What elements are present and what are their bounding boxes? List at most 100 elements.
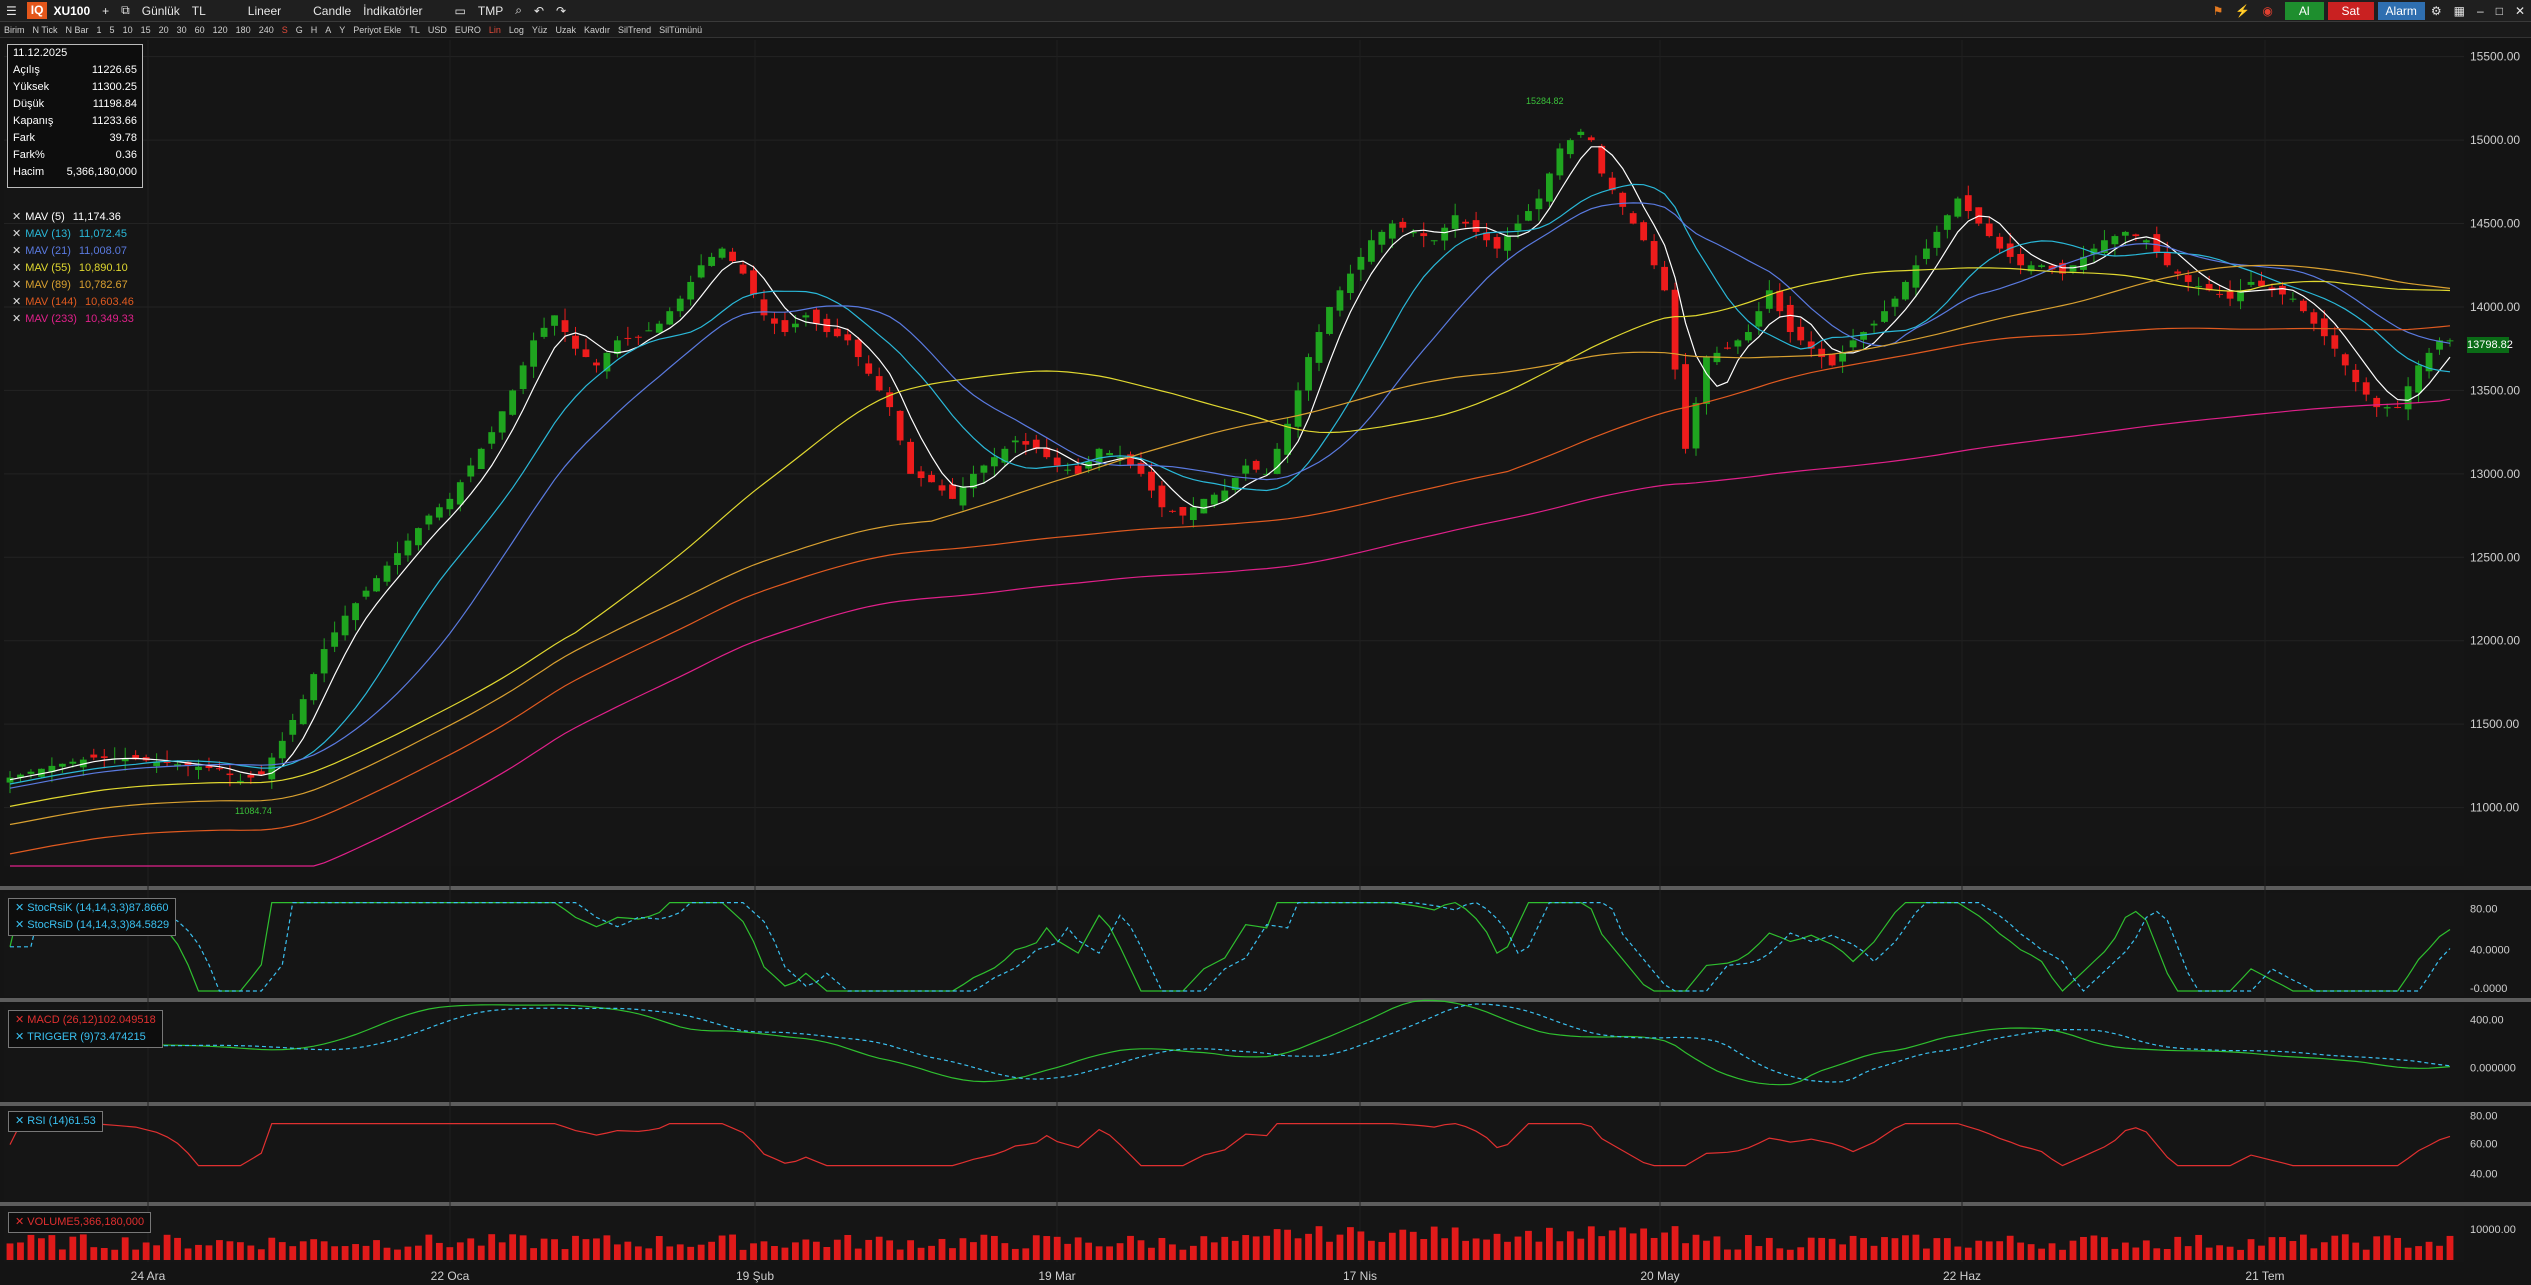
volume-bar	[2247, 1239, 2255, 1260]
volume-bar	[2101, 1237, 2108, 1260]
candle-body	[446, 498, 454, 510]
remove-icon[interactable]: ✕	[12, 262, 21, 274]
candle-body	[1462, 221, 1470, 224]
volume-bar	[1189, 1245, 1197, 1260]
remove-icon[interactable]: ✕	[15, 902, 27, 914]
candle-body	[739, 264, 747, 274]
remove-icon[interactable]: ✕	[15, 1014, 27, 1026]
candle-body	[2279, 285, 2286, 295]
volume-bar	[582, 1239, 590, 1260]
info-row: Düşük 11198.84	[8, 96, 142, 113]
indicator-name: MACD (26,12)	[27, 1014, 98, 1026]
candle-body	[195, 766, 202, 771]
candle-body	[1943, 215, 1951, 230]
volume-bar	[488, 1234, 496, 1260]
indicator-legend-item[interactable]: ✕ StocRsiD (14,14,3,3)84.5829	[15, 917, 169, 934]
remove-icon[interactable]: ✕	[15, 1115, 27, 1127]
ma-legend-item[interactable]: ✕ MAV (233) 10,349.33	[12, 311, 134, 328]
ma-legend-item[interactable]: ✕ MAV (144) 10,603.46	[12, 294, 134, 311]
price-pane	[4, 40, 2464, 866]
info-value: 11198.84	[92, 98, 137, 110]
ma-legend-item[interactable]: ✕ MAV (13) 11,072.45	[12, 226, 134, 243]
remove-icon[interactable]: ✕	[12, 279, 21, 291]
remove-icon[interactable]: ✕	[12, 211, 21, 223]
volume-bar	[1755, 1246, 1763, 1260]
ma-name: MAV (21)	[25, 245, 71, 257]
candle-body	[1587, 137, 1595, 141]
candle-body	[1179, 506, 1187, 516]
remove-icon[interactable]: ✕	[15, 1031, 27, 1043]
volume-bar	[2289, 1241, 2297, 1260]
volume-bar	[2258, 1245, 2265, 1260]
indicator-legend-item[interactable]: ✕ TRIGGER (9)73.474215	[15, 1029, 156, 1046]
volume-bar	[2331, 1235, 2339, 1260]
volume-bar	[886, 1240, 894, 1260]
candle-body	[216, 768, 223, 770]
volume-bar	[1671, 1226, 1679, 1260]
volume-bar	[1954, 1246, 1962, 1260]
price-tick-label: 14500.00	[2470, 217, 2520, 231]
volume-bar	[1483, 1239, 1490, 1260]
volume-bar	[236, 1242, 244, 1260]
remove-icon[interactable]: ✕	[12, 228, 21, 240]
volume-bar	[718, 1235, 726, 1260]
remove-icon[interactable]: ✕	[15, 1216, 27, 1228]
volume-bar	[195, 1244, 202, 1260]
info-label: Kapanış	[13, 115, 54, 127]
remove-icon[interactable]: ✕	[12, 313, 21, 325]
date-label: 21 Tem	[2245, 1269, 2284, 1283]
volume-bar	[1870, 1245, 1878, 1260]
candle-body	[1210, 494, 1218, 505]
volume-bar	[1587, 1226, 1595, 1260]
info-value: 39.78	[109, 132, 137, 144]
volume-bar	[1922, 1248, 1930, 1260]
chart-canvas[interactable]: 15500.00 15000.00 14500.00 14000.00 13500.00…	[0, 0, 2531, 1285]
volume-bar	[352, 1244, 359, 1260]
volume-bar	[310, 1239, 318, 1260]
remove-icon[interactable]: ✕	[12, 296, 21, 308]
candle-body	[278, 740, 286, 759]
candle-body	[1158, 485, 1166, 508]
indicator-legend-item[interactable]: ✕ StocRsiK (14,14,3,3)87.8660	[15, 900, 169, 917]
candle-body	[1273, 448, 1281, 474]
indicator-pane	[4, 1106, 2464, 1200]
volume-bar	[760, 1241, 768, 1260]
pane-separator	[0, 998, 2531, 1002]
volume-bar	[1064, 1243, 1072, 1260]
ma-legend-item[interactable]: ✕ MAV (5) 11,174.36	[12, 209, 134, 226]
candle-body	[1839, 352, 1847, 362]
ma-legend-item[interactable]: ✕ MAV (21) 11,008.07	[12, 243, 134, 260]
volume-bar	[1441, 1238, 1449, 1260]
candle-body	[938, 485, 946, 491]
ma-legend-item[interactable]: ✕ MAV (89) 10,782.67	[12, 277, 134, 294]
indicator-legend-item[interactable]: ✕ RSI (14)61.53	[15, 1113, 96, 1130]
volume-bar	[1169, 1244, 1176, 1260]
candle-body	[27, 771, 35, 774]
volume-bar	[551, 1239, 558, 1260]
indicator-legend-item[interactable]: ✕ VOLUME5,366,180,000	[15, 1214, 144, 1231]
candle-body	[2362, 382, 2370, 395]
volume-bar	[2436, 1245, 2443, 1260]
volume-bar	[655, 1236, 663, 1260]
volume-bar	[1430, 1226, 1438, 1260]
volume-bar	[1985, 1241, 1993, 1260]
date-label: 24 Ara	[131, 1269, 166, 1283]
ma-value: 10,603.46	[84, 296, 134, 308]
candle-body	[331, 632, 339, 647]
ma-value: 11,008.07	[78, 245, 127, 257]
volume-bar	[2080, 1236, 2087, 1260]
volume-bar	[2017, 1242, 2025, 1260]
volume-bar	[2195, 1234, 2203, 1260]
candle-body	[645, 330, 653, 332]
volume-bar	[1640, 1228, 1648, 1260]
candle-body	[896, 410, 904, 441]
indicator-legend-item[interactable]: ✕ MACD (26,12)102.049518	[15, 1012, 156, 1029]
candle-body	[2446, 340, 2454, 342]
volume-bar	[1776, 1248, 1784, 1260]
candle-body	[1891, 298, 1899, 307]
remove-icon[interactable]: ✕	[15, 919, 27, 931]
remove-icon[interactable]: ✕	[12, 245, 21, 257]
volume-bar	[812, 1241, 820, 1260]
ma-name: MAV (144)	[25, 296, 77, 308]
ma-legend-item[interactable]: ✕ MAV (55) 10,890.10	[12, 260, 134, 277]
